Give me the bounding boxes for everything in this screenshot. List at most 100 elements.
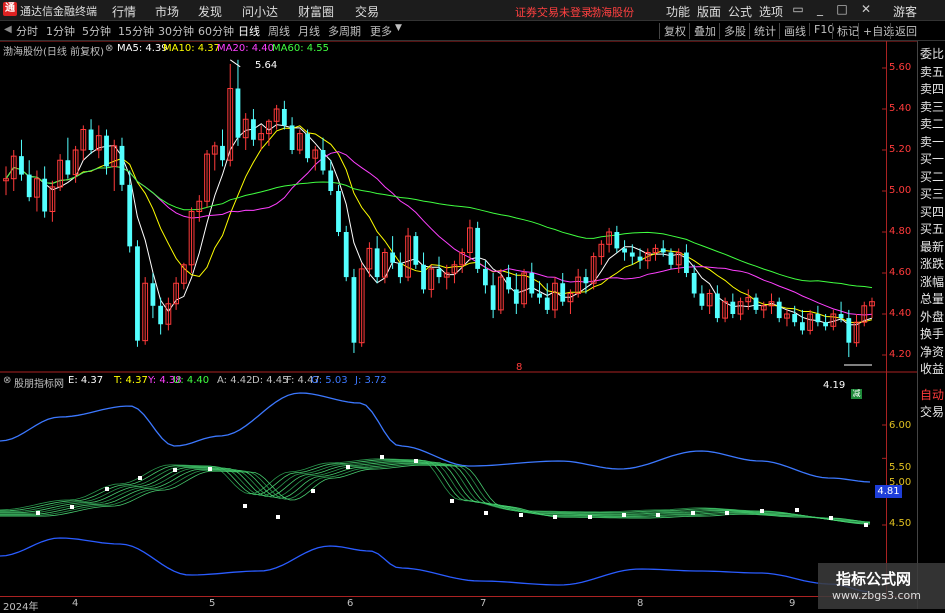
bundle-dot: [795, 508, 799, 512]
ind-t-label: T: 4.37: [114, 375, 148, 386]
ind-d-label: D: 4.45: [252, 375, 289, 386]
bundle-dot: [622, 513, 626, 517]
price-tick: 4.60: [889, 267, 912, 278]
high-price-label: 5.64: [255, 60, 278, 71]
menu-wealth[interactable]: 财富圈: [298, 3, 334, 20]
menu-options[interactable]: 选项: [759, 3, 783, 20]
candle-body-down: [800, 322, 805, 331]
menu-function[interactable]: 功能: [666, 3, 690, 20]
window-minimize-icon[interactable]: _: [812, 2, 828, 17]
period-toolbar: ◀ 分时 1分钟 5分钟 15分钟 30分钟 60分钟 日线 周线 月线 多周期…: [0, 21, 945, 41]
period-daily[interactable]: 日线: [238, 23, 260, 39]
candle-body-down: [823, 322, 829, 327]
candle-body-down: [776, 301, 782, 319]
period-5min[interactable]: 5分钟: [82, 23, 111, 39]
reduce-marker-icon: 减: [851, 389, 862, 399]
candle-body-down: [150, 283, 156, 306]
candle-body-down: [846, 318, 852, 343]
candle-body-down: [305, 133, 310, 159]
quote-field-10: 买五: [920, 222, 945, 236]
candle-body-down: [397, 262, 403, 278]
period-weekly[interactable]: 周线: [268, 23, 290, 39]
date-axis: [0, 596, 917, 610]
menu-market[interactable]: 市场: [155, 3, 179, 20]
candle-body-down: [490, 285, 496, 310]
menu-discover[interactable]: 发现: [198, 3, 222, 20]
candle-body-down: [135, 246, 140, 341]
quote-field-14: 总量: [920, 292, 945, 306]
quote-field-9: 买四: [920, 204, 945, 219]
indicator-settings-icon[interactable]: ⊗: [3, 375, 11, 386]
auto-button[interactable]: 自动: [920, 386, 945, 403]
window-maximize-icon[interactable]: □: [834, 2, 850, 17]
ind-tick: 5.50: [889, 462, 912, 473]
collapse-arrow-icon[interactable]: ◀: [4, 24, 12, 35]
btn-multistock[interactable]: 多股: [719, 23, 746, 39]
btn-back[interactable]: 返回: [890, 23, 917, 39]
period-multi[interactable]: 多周期: [328, 23, 361, 39]
menu-ask[interactable]: 问小达: [242, 3, 278, 20]
chart-canvas[interactable]: [0, 41, 917, 596]
quote-field-6: 买一: [920, 152, 945, 166]
btn-stats[interactable]: 统计: [749, 23, 776, 39]
chart-title: 渤海股份(日线 前复权): [3, 43, 104, 58]
more-dropdown-icon[interactable]: ▼: [395, 23, 402, 33]
app-title: 通达信金融终端: [20, 5, 97, 18]
btn-add-watch[interactable]: +自选: [858, 23, 894, 39]
candle-body-down: [328, 170, 334, 191]
window-close-icon[interactable]: ✕: [858, 2, 874, 17]
menu-quotes[interactable]: 行情: [112, 3, 136, 20]
bundle-dot: [864, 523, 868, 527]
menu-layout[interactable]: 版面: [697, 3, 721, 20]
period-intraday[interactable]: 分时: [16, 23, 38, 39]
candle-body-down: [421, 264, 426, 290]
current-indicator-value: 4.81: [875, 485, 902, 498]
menu-trade[interactable]: 交易: [355, 3, 379, 20]
date-label: 7: [480, 598, 487, 609]
btn-draw[interactable]: 画线: [779, 23, 806, 39]
menu-formula[interactable]: 公式: [728, 3, 752, 20]
btn-overlay[interactable]: 叠加: [689, 23, 716, 39]
period-30min[interactable]: 30分钟: [158, 23, 194, 39]
bundle-dot: [553, 515, 557, 519]
period-60min[interactable]: 60分钟: [198, 23, 234, 39]
g-line: [0, 392, 871, 483]
candle-body-down: [19, 156, 24, 175]
guest-label[interactable]: 游客: [893, 3, 917, 20]
bundle-dot: [311, 489, 315, 493]
period-more[interactable]: 更多: [370, 23, 392, 39]
bundle-dot: [725, 511, 729, 515]
btn-mark[interactable]: 标记: [832, 23, 859, 39]
quote-field-18: 收益: [920, 362, 945, 376]
login-warning[interactable]: 证券交易未登录: [515, 4, 592, 20]
app-logo: 通: [3, 2, 17, 16]
quote-field-3: 卖三: [920, 99, 945, 114]
ma60-label: MA60: 4.55: [272, 43, 330, 54]
price-tick: 4.20: [889, 349, 912, 360]
candle-body-down: [158, 305, 164, 325]
candle-body-down: [281, 109, 287, 126]
trade-button[interactable]: 交易: [920, 403, 945, 420]
period-15min[interactable]: 15分钟: [118, 23, 154, 39]
candle-body-down: [637, 256, 643, 261]
bundle-dot: [519, 513, 523, 517]
bundle-dot: [484, 511, 488, 515]
candle-body-down: [529, 273, 535, 294]
chart-settings-icon[interactable]: ⊗: [105, 43, 113, 54]
bundle-dot: [243, 504, 247, 508]
quote-field-11: 最新: [920, 239, 945, 254]
chart-title-text: 渤海股份(日线 前复权): [3, 47, 104, 58]
quote-field-7: 买二: [920, 169, 945, 184]
window-restore-icon[interactable]: ▭: [790, 2, 806, 17]
high-pointer: [229, 59, 241, 68]
stock-name-title: 渤海股份: [590, 6, 634, 19]
price-tick: 5.20: [889, 144, 912, 155]
watermark-title: 指标公式网: [836, 570, 912, 588]
candle-body-down: [622, 248, 627, 253]
period-monthly[interactable]: 月线: [298, 23, 320, 39]
btn-f10[interactable]: F10: [809, 23, 834, 36]
btn-adjust[interactable]: 复权: [659, 23, 686, 39]
period-1min[interactable]: 1分钟: [46, 23, 75, 39]
bundle-dot: [414, 459, 418, 463]
candle-body-down: [351, 277, 357, 343]
